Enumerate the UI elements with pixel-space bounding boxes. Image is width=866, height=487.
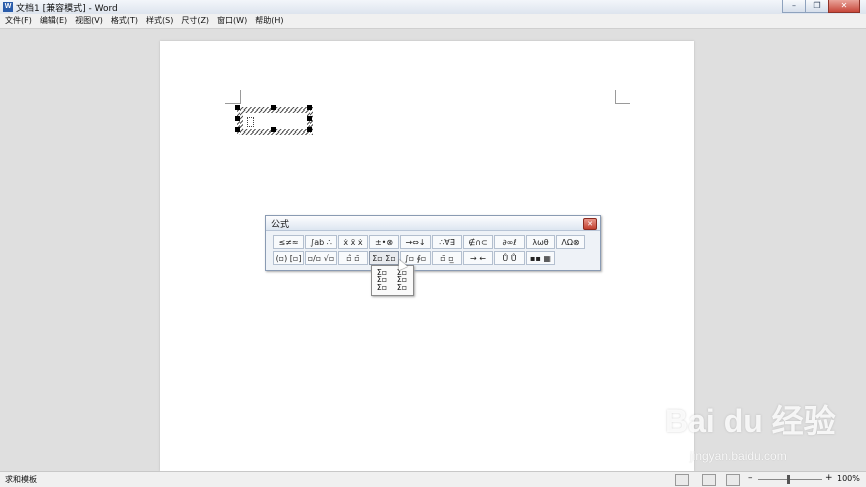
window-controls: – ❐ ✕ (782, 0, 860, 13)
labeled-arrow-templates-button[interactable]: → ← (463, 251, 493, 265)
zoom-slider-track[interactable] (758, 479, 822, 480)
spaces-ellipses-button[interactable]: ∫ab ∴ (305, 235, 337, 249)
menu-edit[interactable]: 编辑(E) (36, 14, 71, 28)
zoom-out-button[interactable]: – (748, 473, 753, 483)
fence-templates-button[interactable]: (▫) [▫] (273, 251, 304, 265)
formula-toolbar-titlebar[interactable]: 公式 ✕ (266, 216, 600, 231)
equation-slot[interactable] (247, 117, 254, 127)
zoom-in-button[interactable]: + (825, 473, 833, 483)
fraction-radical-templates-button[interactable]: ▫/▫ √▫ (305, 251, 337, 265)
menu-view[interactable]: 视图(V) (71, 14, 107, 28)
web-layout-icon[interactable] (726, 474, 740, 486)
formula-toolbar: 公式 ✕ ≤≠≈ ∫ab ∴ ẋ ẍ ẋ ±•⊗ →⇔↓ ∴∀∃ ∉∩⊂ ∂∞ℓ… (265, 215, 601, 271)
menu-style[interactable]: 样式(S) (142, 14, 177, 28)
menu-file[interactable]: 文件(F) (0, 14, 36, 28)
logical-symbols-button[interactable]: ∴∀∃ (432, 235, 462, 249)
margin-corner-mark (615, 103, 630, 104)
menu-window[interactable]: 窗口(W) (213, 14, 251, 28)
status-bar: 求和模板 – + 100% (0, 471, 866, 487)
menu-bar: 文件(F) 编辑(E) 视图(V) 格式(T) 样式(S) 尺寸(Z) 窗口(W… (0, 14, 866, 29)
products-set-theory-templates-button[interactable]: Ů Ů (494, 251, 525, 265)
zoom-level[interactable]: 100% (837, 474, 860, 483)
baidu-watermark-url: jingyan.baidu.com (690, 449, 787, 463)
menu-size[interactable]: 尺寸(Z) (177, 14, 213, 28)
resize-handle[interactable] (235, 116, 240, 121)
formula-toolbar-title: 公式 (271, 220, 290, 230)
minimize-button[interactable]: – (782, 0, 806, 13)
greek-uppercase-button[interactable]: ΛΩ⊗ (556, 235, 585, 249)
underbar-overbar-templates-button[interactable]: ▫̄ ▫̲ (432, 251, 462, 265)
greek-lowercase-button[interactable]: λωθ (526, 235, 555, 249)
resize-handle[interactable] (271, 127, 276, 132)
operator-symbols-button[interactable]: ±•⊗ (369, 235, 399, 249)
relational-symbols-button[interactable]: ≤≠≈ (273, 235, 304, 249)
baidu-watermark-logo: Bai du 经验 (665, 403, 836, 439)
resize-handle[interactable] (235, 105, 240, 110)
margin-corner-mark (225, 103, 240, 104)
summation-template-palette: Σ▫ Σ▫ Σ▫ Σ▫ Σ▫ Σ▫ (371, 265, 414, 296)
set-theory-symbols-button[interactable]: ∉∩⊂ (463, 235, 493, 249)
word-app-icon[interactable]: W (3, 2, 13, 12)
window-title: 文档1 [兼容模式] - Word (16, 4, 118, 14)
misc-symbols-button[interactable]: ∂∞ℓ (494, 235, 525, 249)
view-mode-icon[interactable] (675, 474, 689, 486)
formula-toolbar-close-button[interactable]: ✕ (583, 218, 597, 230)
matrix-templates-button[interactable]: ▪▪ ▦ (526, 251, 555, 265)
resize-handle[interactable] (307, 105, 312, 110)
sum-template-option[interactable]: Σ▫ (393, 282, 411, 294)
subscript-superscript-templates-button[interactable]: ▫̂ ▫̄ (338, 251, 368, 265)
resize-handle[interactable] (307, 127, 312, 132)
formula-template-row: (▫) [▫] ▫/▫ √▫ ▫̂ ▫̄ Σ▫ Σ▫ ∫▫ ∮▫ ▫̄ ▫̲ →… (273, 251, 556, 265)
print-layout-icon[interactable] (702, 474, 716, 486)
menu-format[interactable]: 格式(T) (107, 14, 142, 28)
arrow-symbols-button[interactable]: →⇔↓ (400, 235, 431, 249)
zoom-slider-thumb[interactable] (787, 475, 790, 484)
close-button[interactable]: ✕ (828, 0, 860, 13)
margin-corner-mark (615, 90, 616, 104)
restore-button[interactable]: ❐ (805, 0, 829, 13)
sum-template-option[interactable]: Σ▫ (373, 282, 391, 294)
formula-symbol-row: ≤≠≈ ∫ab ∴ ẋ ẍ ẋ ±•⊗ →⇔↓ ∴∀∃ ∉∩⊂ ∂∞ℓ λωθ … (273, 235, 586, 249)
margin-corner-mark (240, 90, 241, 104)
resize-handle[interactable] (235, 127, 240, 132)
resize-handle[interactable] (271, 105, 276, 110)
status-text: 求和模板 (5, 475, 37, 484)
resize-handle[interactable] (307, 116, 312, 121)
title-bar: W 文档1 [兼容模式] - Word – ❐ ✕ (0, 0, 866, 14)
menu-help[interactable]: 帮助(H) (251, 14, 287, 28)
embellishments-button[interactable]: ẋ ẍ ẋ (338, 235, 368, 249)
